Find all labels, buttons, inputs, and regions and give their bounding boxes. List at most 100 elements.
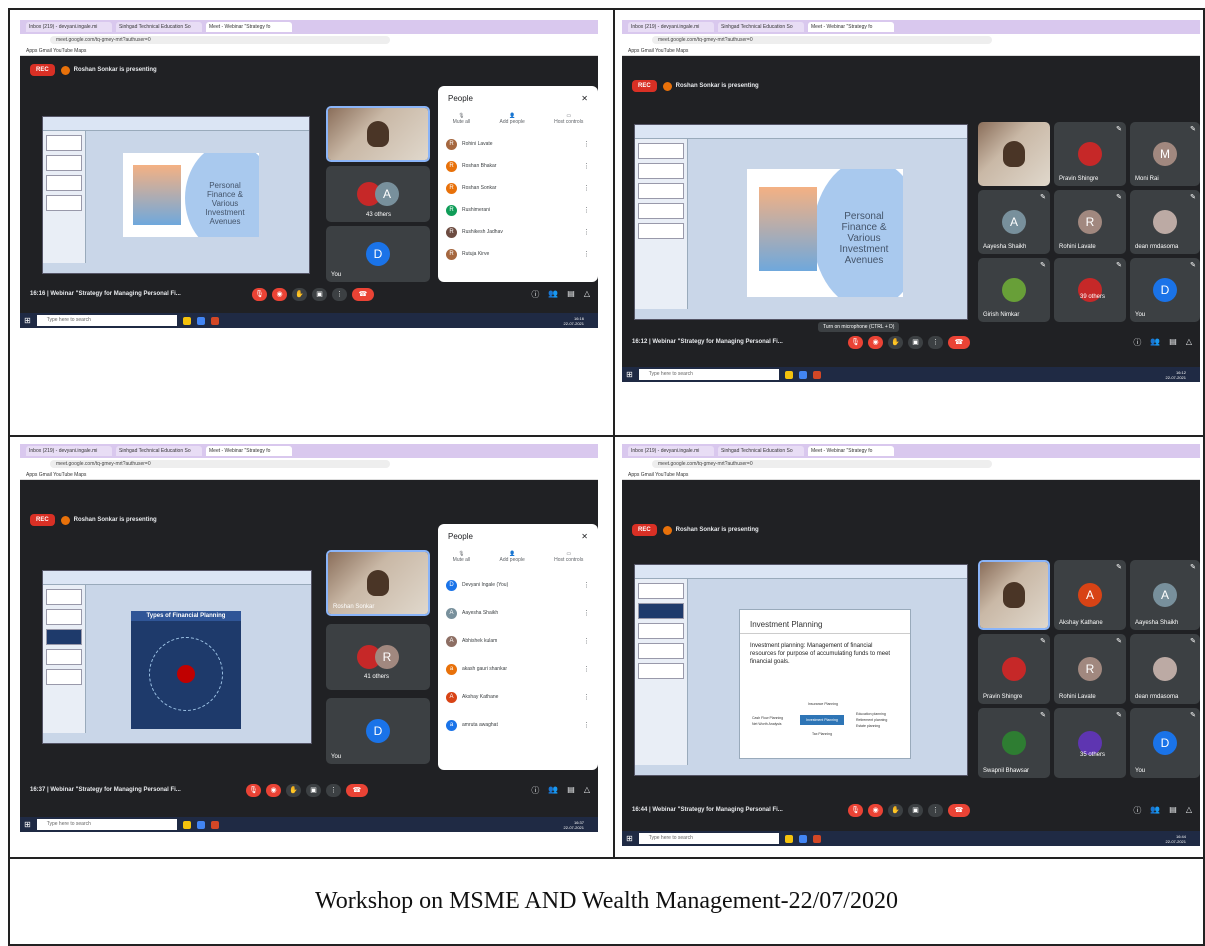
chrome-icon[interactable] <box>196 820 205 829</box>
end-call-icon[interactable]: ☎ <box>346 783 368 797</box>
mic-toggle-icon[interactable]: 🎙 <box>848 803 863 817</box>
file-explorer-icon[interactable] <box>182 316 191 325</box>
end-call-icon[interactable]: ☎ <box>948 335 970 349</box>
participant-row[interactable]: A Abhishek kulam ⋮ <box>438 627 598 655</box>
camera-toggle-icon[interactable]: ◉ <box>868 335 883 349</box>
mute-all-button[interactable]: 🎙 Mute all <box>453 551 471 563</box>
mic-toggle-icon[interactable]: 🎙 <box>246 783 261 797</box>
more-options-icon[interactable]: ⋮ <box>326 783 341 797</box>
slide-illustration <box>133 165 181 225</box>
browser-tab-active[interactable]: Meet - Webinar "Strategy fo <box>808 446 894 456</box>
add-people-button[interactable]: 👤 Add people <box>500 551 525 563</box>
participant-row[interactable]: R Rushikesh Jadhav ⋮ <box>438 221 598 243</box>
activities-icon[interactable]: △ <box>1186 805 1192 816</box>
raise-hand-icon[interactable]: ✋ <box>292 287 307 301</box>
browser-tab[interactable]: Inbox (219) - devyani.ingale.mi <box>628 22 714 32</box>
raise-hand-icon[interactable]: ✋ <box>888 335 903 349</box>
participant-row[interactable]: a akash gauri shankar ⋮ <box>438 655 598 683</box>
chrome-icon[interactable] <box>798 834 807 843</box>
info-icon[interactable]: ⓘ <box>1133 805 1141 816</box>
browser-tab-active[interactable]: Meet - Webinar "Strategy fo <box>206 446 292 456</box>
powerpoint-icon[interactable] <box>210 316 219 325</box>
powerpoint-icon[interactable] <box>210 820 219 829</box>
participant-row[interactable]: A Aayesha Shaikh ⋮ <box>438 599 598 627</box>
browser-tab[interactable]: Inbox (219) - devyani.ingale.mi <box>26 22 112 32</box>
participant-row[interactable]: R Roshan Sonkar ⋮ <box>438 177 598 199</box>
participant-row[interactable]: R Rohini Lavate ⋮ <box>438 133 598 155</box>
participant-row[interactable]: a amruta awaghat ⋮ <box>438 711 598 739</box>
meeting-controls-bar: 16:16 | Webinar "Strategy for Managing P… <box>20 284 598 304</box>
windows-start-icon[interactable]: ⊞ <box>626 834 633 843</box>
camera-toggle-icon[interactable]: ◉ <box>868 803 883 817</box>
taskbar-search[interactable]: Type here to search <box>36 819 177 830</box>
chat-icon[interactable]: ▤ <box>1169 337 1177 348</box>
browser-tab[interactable]: Inbox (219) - devyani.ingale.mi <box>26 446 112 456</box>
powerpoint-icon[interactable] <box>812 370 821 379</box>
info-icon[interactable]: ⓘ <box>531 289 539 300</box>
participant-row[interactable]: R Roshan Bhakar ⋮ <box>438 155 598 177</box>
close-icon[interactable]: ✕ <box>581 94 588 103</box>
participant-row[interactable]: A Akshay Kathane ⋮ <box>438 683 598 711</box>
end-call-icon[interactable]: ☎ <box>352 287 374 301</box>
camera-toggle-icon[interactable]: ◉ <box>272 287 287 301</box>
info-icon[interactable]: ⓘ <box>1133 337 1141 348</box>
video-tile-self: D You ✎ <box>1130 708 1200 778</box>
file-explorer-icon[interactable] <box>182 820 191 829</box>
file-explorer-icon[interactable] <box>784 370 793 379</box>
participant-row[interactable]: D Devyani Ingale (You) ⋮ <box>438 571 598 599</box>
activities-icon[interactable]: △ <box>584 785 590 796</box>
file-explorer-icon[interactable] <box>784 834 793 843</box>
url-field[interactable]: meet.google.com/tq-gmey-mrt?authuser=0 <box>50 36 390 44</box>
camera-toggle-icon[interactable]: ◉ <box>266 783 281 797</box>
mute-all-button[interactable]: 🎙 Mute all <box>453 113 471 125</box>
browser-tab[interactable]: Inbox (219) - devyani.ingale.mi <box>628 446 714 456</box>
browser-tab[interactable]: Sinhgad Technical Education So <box>116 446 202 456</box>
taskbar-search[interactable]: Type here to search <box>638 369 779 380</box>
mic-toggle-icon[interactable]: 🎙 <box>848 335 863 349</box>
present-icon[interactable]: ▣ <box>312 287 327 301</box>
windows-start-icon[interactable]: ⊞ <box>24 820 31 829</box>
windows-start-icon[interactable]: ⊞ <box>626 370 633 379</box>
browser-tab-active[interactable]: Meet - Webinar "Strategy fo <box>206 22 292 32</box>
more-options-icon[interactable]: ⋮ <box>928 335 943 349</box>
people-icon[interactable]: 👥 <box>548 785 558 796</box>
browser-tab[interactable]: Sinhgad Technical Education So <box>116 22 202 32</box>
present-icon[interactable]: ▣ <box>908 335 923 349</box>
people-icon[interactable]: 👥 <box>548 289 558 300</box>
participant-row[interactable]: R Rushimerani ⋮ <box>438 199 598 221</box>
chrome-icon[interactable] <box>196 316 205 325</box>
close-icon[interactable]: ✕ <box>581 532 588 541</box>
powerpoint-icon[interactable] <box>812 834 821 843</box>
taskbar-search[interactable]: Type here to search <box>638 833 779 844</box>
browser-tab-active[interactable]: Meet - Webinar "Strategy fo <box>808 22 894 32</box>
avatar <box>1002 278 1026 302</box>
taskbar-search[interactable]: Type here to search <box>36 315 177 326</box>
info-icon[interactable]: ⓘ <box>531 785 539 796</box>
more-options-icon[interactable]: ⋮ <box>928 803 943 817</box>
add-people-button[interactable]: 👤 Add people <box>500 113 525 125</box>
url-field[interactable]: meet.google.com/tq-gmey-mrt?authuser=0 <box>652 36 992 44</box>
raise-hand-icon[interactable]: ✋ <box>286 783 301 797</box>
participant-row[interactable]: R Rutuja Kirve ⋮ <box>438 243 598 265</box>
browser-tab[interactable]: Sinhgad Technical Education So <box>718 22 804 32</box>
mic-toggle-icon[interactable]: 🎙 <box>252 287 267 301</box>
present-icon[interactable]: ▣ <box>306 783 321 797</box>
chrome-icon[interactable] <box>798 370 807 379</box>
browser-tab[interactable]: Sinhgad Technical Education So <box>718 446 804 456</box>
end-call-icon[interactable]: ☎ <box>948 803 970 817</box>
windows-start-icon[interactable]: ⊞ <box>24 316 31 325</box>
more-options-icon[interactable]: ⋮ <box>332 287 347 301</box>
people-icon[interactable]: 👥 <box>1150 805 1160 816</box>
url-field[interactable]: meet.google.com/tq-gmey-mrt?authuser=0 <box>50 460 390 468</box>
url-field[interactable]: meet.google.com/tq-gmey-mrt?authuser=0 <box>652 460 992 468</box>
host-controls-button[interactable]: ▭ Host controls <box>554 551 583 563</box>
activities-icon[interactable]: △ <box>1186 337 1192 348</box>
raise-hand-icon[interactable]: ✋ <box>888 803 903 817</box>
host-controls-button[interactable]: ▭ Host controls <box>554 113 583 125</box>
chat-icon[interactable]: ▤ <box>1169 805 1177 816</box>
chat-icon[interactable]: ▤ <box>567 289 575 300</box>
people-icon[interactable]: 👥 <box>1150 337 1160 348</box>
present-icon[interactable]: ▣ <box>908 803 923 817</box>
chat-icon[interactable]: ▤ <box>567 785 575 796</box>
activities-icon[interactable]: △ <box>584 289 590 300</box>
